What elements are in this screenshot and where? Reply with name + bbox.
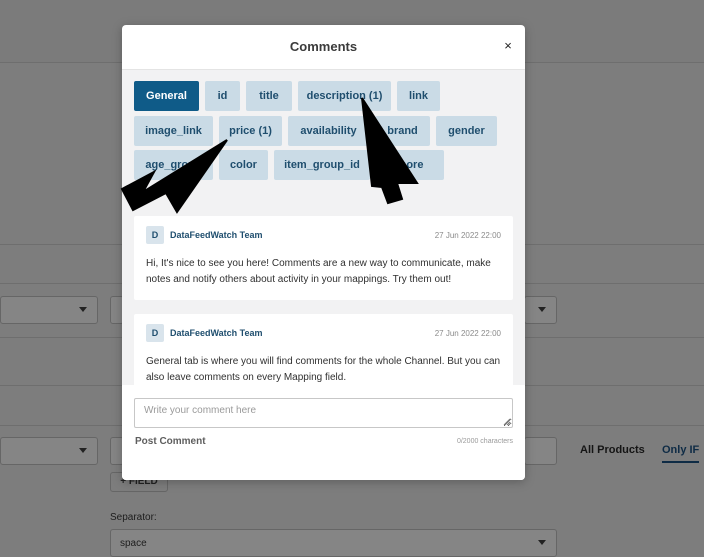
tab-only-if: Only IF [662, 444, 700, 463]
background-select [0, 437, 98, 465]
separator-select: space [110, 529, 557, 557]
comment-text: General tab is where you will find comme… [146, 356, 501, 383]
tab-more[interactable]: more [376, 150, 444, 180]
modal-header: Comments × [122, 25, 525, 70]
comment-card: D DataFeedWatch Team 27 Jun 2022 22:00 H… [134, 216, 513, 300]
comment-timestamp: 27 Jun 2022 22:00 [434, 231, 501, 240]
post-comment-button[interactable]: Post Comment [135, 436, 206, 447]
background-select [524, 437, 557, 465]
tab-title[interactable]: title [246, 81, 292, 111]
avatar: D [146, 324, 164, 342]
chevron-down-icon [538, 307, 546, 312]
comment-author: DataFeedWatch Team [170, 328, 263, 338]
separator-label: Separator: [110, 512, 157, 523]
chevron-down-icon [538, 540, 546, 545]
product-filter-tabs: All Products Only IF [570, 438, 704, 464]
tab-all-products: All Products [580, 444, 645, 456]
resize-grip-icon[interactable] [503, 418, 511, 426]
avatar: D [146, 226, 164, 244]
comment-input[interactable] [134, 398, 513, 428]
tab-description[interactable]: description (1) [298, 81, 391, 111]
modal-footer: Post Comment 0/2000 characters [122, 385, 525, 480]
background-select [524, 296, 557, 324]
close-icon[interactable]: × [501, 39, 515, 53]
background-select [0, 296, 98, 324]
tab-item-group-id[interactable]: item_group_id [274, 150, 370, 180]
tab-price[interactable]: price (1) [219, 116, 282, 146]
chevron-down-icon [79, 448, 87, 453]
tab-color[interactable]: color [219, 150, 268, 180]
modal-body: General id title description (1) link im… [122, 70, 525, 398]
tab-brand[interactable]: brand [375, 116, 430, 146]
modal-title: Comments [289, 39, 358, 54]
tab-link[interactable]: link [397, 81, 440, 111]
tab-image-link[interactable]: image_link [134, 116, 213, 146]
character-count: 0/2000 characters [456, 438, 513, 445]
comment-text: Hi, It's nice to see you here! Comments … [146, 258, 491, 285]
separator-value: space [120, 538, 147, 549]
comment-timestamp: 27 Jun 2022 22:00 [434, 329, 501, 338]
tab-id[interactable]: id [205, 81, 240, 111]
comments-modal: Comments × General id title description … [122, 25, 525, 480]
chevron-down-icon [79, 307, 87, 312]
comment-author: DataFeedWatch Team [170, 230, 263, 240]
tab-availability[interactable]: availability [288, 116, 369, 146]
tab-gender[interactable]: gender [436, 116, 497, 146]
tab-general[interactable]: General [134, 81, 199, 111]
tab-age-group[interactable]: age_group [134, 150, 213, 180]
